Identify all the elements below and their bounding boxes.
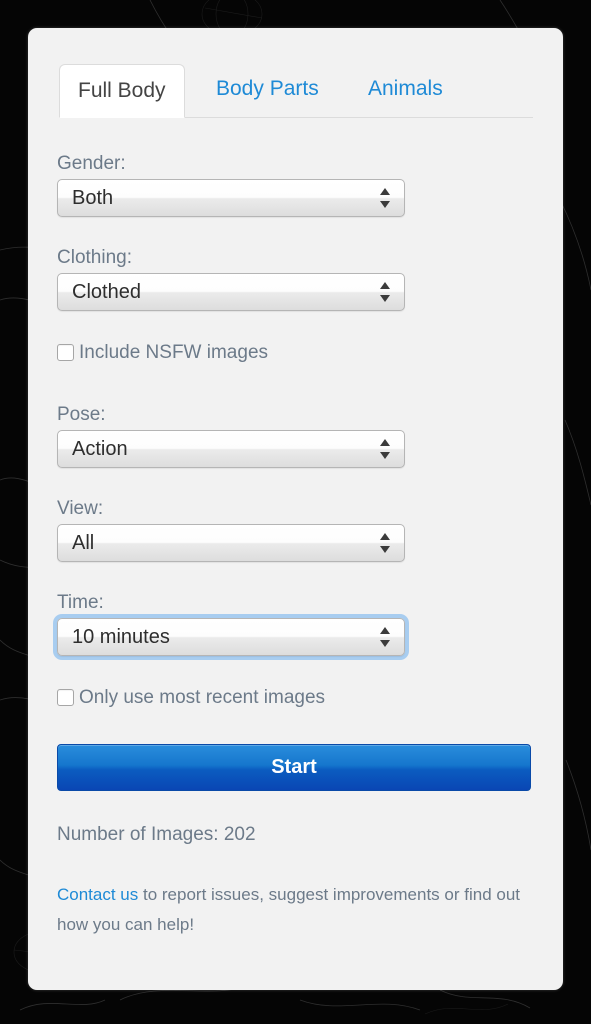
contact-us-link[interactable]: Contact us <box>57 885 138 904</box>
nsfw-checkbox-label[interactable]: Include NSFW images <box>79 342 268 364</box>
tab-body-parts[interactable]: Body Parts <box>216 78 319 117</box>
start-button[interactable]: Start <box>57 744 531 791</box>
time-select[interactable]: 10 minutes <box>57 618 405 656</box>
view-label: View: <box>57 498 104 519</box>
clothing-label: Clothing: <box>57 247 132 268</box>
pose-select[interactable]: Action <box>57 430 405 468</box>
pose-label: Pose: <box>57 404 106 425</box>
recent-checkbox-label[interactable]: Only use most recent images <box>79 687 325 709</box>
main-panel: Full Body Body Parts Animals Gender: Bot… <box>28 28 563 990</box>
pose-select-wrap: Action <box>57 430 405 468</box>
clothing-select-value: Clothed <box>72 281 141 303</box>
gender-label: Gender: <box>57 153 126 174</box>
pose-select-value: Action <box>72 438 128 460</box>
view-select-value: All <box>72 532 95 554</box>
view-select-wrap: All <box>57 524 405 562</box>
image-count-text: Number of Images: 202 <box>57 824 256 845</box>
nsfw-checkbox[interactable] <box>57 344 74 361</box>
clothing-select[interactable]: Clothed <box>57 273 405 311</box>
time-select-value: 10 minutes <box>72 626 170 648</box>
tab-bar: Full Body Body Parts Animals <box>59 58 533 118</box>
tab-full-body[interactable]: Full Body <box>59 64 185 118</box>
stepper-icon[interactable] <box>380 281 391 303</box>
view-select[interactable]: All <box>57 524 405 562</box>
contact-text: Contact us to report issues, suggest imp… <box>57 880 538 940</box>
stepper-icon[interactable] <box>380 626 391 648</box>
gender-select-value: Both <box>72 187 114 209</box>
time-select-wrap: 10 minutes <box>57 618 405 656</box>
stepper-icon[interactable] <box>380 187 391 209</box>
tab-animals[interactable]: Animals <box>368 78 443 117</box>
time-label: Time: <box>57 592 104 613</box>
clothing-select-wrap: Clothed <box>57 273 405 311</box>
recent-checkbox[interactable] <box>57 689 74 706</box>
stepper-icon[interactable] <box>380 438 391 460</box>
stepper-icon[interactable] <box>380 532 391 554</box>
gender-select[interactable]: Both <box>57 179 405 217</box>
gender-select-wrap: Both <box>57 179 405 217</box>
